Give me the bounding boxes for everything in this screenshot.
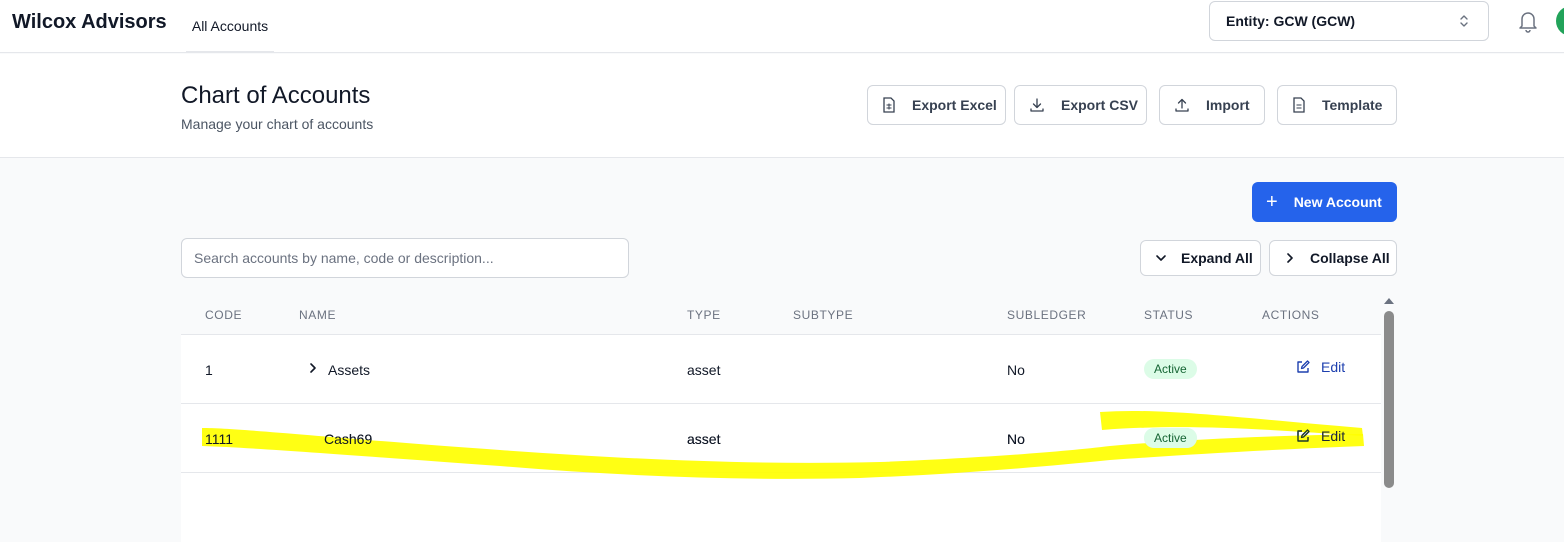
template-label: Template xyxy=(1322,97,1383,113)
chevron-down-icon xyxy=(1156,255,1166,261)
search-input[interactable] xyxy=(181,238,629,278)
export-excel-button[interactable]: Export Excel xyxy=(867,85,1006,125)
entity-select-label: Entity: GCW (GCW) xyxy=(1226,13,1356,29)
page-title: Chart of Accounts xyxy=(181,82,371,109)
edit-label: Edit xyxy=(1321,428,1346,444)
edit-icon xyxy=(1297,360,1310,373)
brand-name[interactable]: Wilcox Advisors xyxy=(12,11,167,34)
account-code: 1 xyxy=(205,362,213,378)
collapse-all-button[interactable]: Collapse All xyxy=(1269,240,1397,276)
account-subledger: No xyxy=(1007,431,1025,447)
account-type: asset xyxy=(687,431,721,447)
column-header-subtype[interactable]: SUBTYPE xyxy=(793,308,853,322)
account-subledger: No xyxy=(1007,362,1025,378)
scroll-up-arrow-icon[interactable] xyxy=(1384,298,1394,304)
export-excel-label: Export Excel xyxy=(912,97,997,113)
tab-all-accounts[interactable]: All Accounts xyxy=(186,0,274,53)
expand-all-button[interactable]: Expand All xyxy=(1140,240,1261,276)
edit-icon xyxy=(1297,429,1310,442)
accounts-table: CODE NAME TYPE SUBTYPE SUBLEDGER STATUS … xyxy=(181,295,1381,542)
table-row[interactable] xyxy=(181,473,1381,542)
table-header: CODE NAME TYPE SUBTYPE SUBLEDGER STATUS … xyxy=(181,295,1381,335)
export-csv-label: Export CSV xyxy=(1061,97,1139,113)
chevron-up-down-icon xyxy=(1460,15,1468,27)
status-badge: Active xyxy=(1144,359,1197,379)
column-header-name[interactable]: NAME xyxy=(299,308,336,322)
import-button[interactable]: Import xyxy=(1159,85,1265,125)
document-icon xyxy=(1293,97,1305,113)
account-type: asset xyxy=(687,362,721,378)
download-icon xyxy=(1030,98,1044,112)
top-navigation-bar: Wilcox Advisors All Accounts Entity: GCW… xyxy=(0,0,1564,53)
table-row[interactable]: 1 Assets asset No Active Edit xyxy=(181,335,1381,404)
template-button[interactable]: Template xyxy=(1277,85,1397,125)
user-avatar[interactable] xyxy=(1556,6,1564,36)
page-header: Chart of Accounts Manage your chart of a… xyxy=(0,54,1564,158)
expand-all-label: Expand All xyxy=(1181,250,1253,266)
column-header-code[interactable]: CODE xyxy=(205,308,242,322)
column-header-type[interactable]: TYPE xyxy=(687,308,721,322)
table-row[interactable]: 1111 Cash69 asset No Active Edit xyxy=(181,404,1381,473)
account-name: Assets xyxy=(328,362,371,378)
edit-button[interactable]: Edit xyxy=(1295,359,1345,375)
notification-bell-icon[interactable] xyxy=(1516,8,1540,34)
account-name: Cash69 xyxy=(324,431,373,447)
edit-button[interactable]: Edit xyxy=(1295,428,1345,444)
edit-label: Edit xyxy=(1321,359,1346,375)
plus-icon: + xyxy=(1266,191,1278,213)
scrollbar-thumb[interactable] xyxy=(1384,311,1394,488)
page-subtitle: Manage your chart of accounts xyxy=(181,116,374,132)
collapse-all-label: Collapse All xyxy=(1310,250,1390,266)
entity-select[interactable]: Entity: GCW (GCW) xyxy=(1209,1,1489,41)
upload-icon xyxy=(1175,98,1189,112)
import-label: Import xyxy=(1206,97,1250,113)
new-account-label: New Account xyxy=(1293,194,1382,210)
export-csv-button[interactable]: Export CSV xyxy=(1014,85,1147,125)
chevron-right-icon[interactable] xyxy=(307,361,319,375)
status-badge: Active xyxy=(1144,428,1197,448)
column-header-status[interactable]: STATUS xyxy=(1144,308,1193,322)
account-code: 1111 xyxy=(205,431,234,447)
spreadsheet-file-icon xyxy=(883,97,895,113)
new-account-button[interactable]: + New Account xyxy=(1252,182,1397,222)
chevron-right-icon xyxy=(1287,253,1293,263)
column-header-subledger[interactable]: SUBLEDGER xyxy=(1007,308,1086,322)
column-header-actions: ACTIONS xyxy=(1262,308,1320,322)
